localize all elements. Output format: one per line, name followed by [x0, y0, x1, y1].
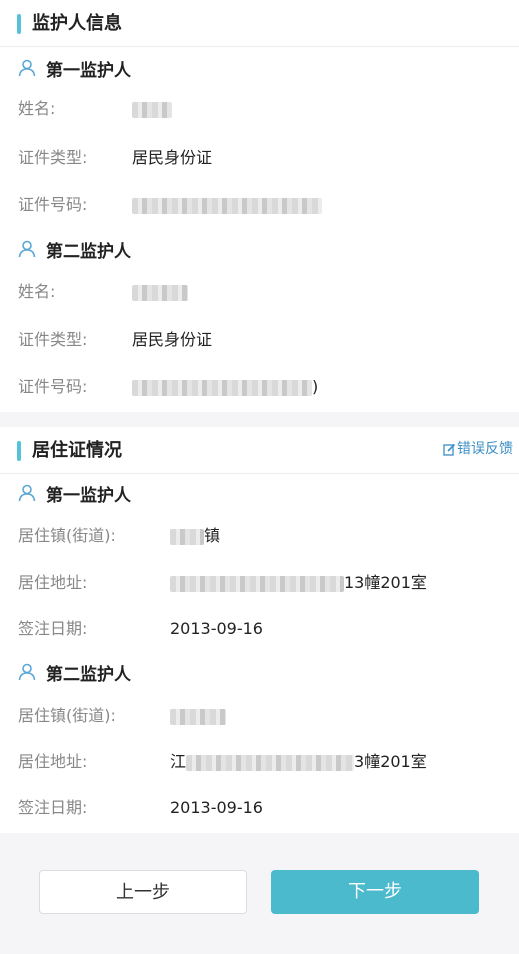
residence-town-value — [170, 705, 226, 727]
next-step-button[interactable]: 下一步 — [271, 870, 479, 914]
id-number-label: 证件号码: — [18, 377, 88, 396]
residence-address-label: 居住地址: — [18, 573, 88, 592]
edit-icon — [443, 443, 456, 456]
error-report-link[interactable]: 错误反馈 — [443, 440, 513, 458]
endorsement-date-value: 2013-09-16 — [170, 798, 263, 817]
second-guardian-heading: 第二监护人 — [17, 237, 131, 262]
section-accent-bar — [17, 14, 21, 34]
user-icon — [18, 663, 36, 681]
residence-first-guardian-text: 第一监护人 — [46, 485, 131, 506]
id-type-label: 证件类型: — [18, 330, 88, 349]
guardian-info-header: 监护人信息 — [0, 0, 519, 47]
previous-step-button[interactable]: 上一步 — [39, 870, 247, 914]
second-guardian-heading-text: 第二监护人 — [46, 241, 131, 262]
residence-title: 居住证情况 — [32, 440, 122, 461]
residence-town-label: 居住镇(街道): — [18, 706, 116, 725]
residence-town-value: 镇 — [170, 525, 220, 547]
residence-town-label: 居住镇(街道): — [18, 526, 116, 545]
section-accent-bar — [17, 441, 21, 461]
residence-permit-section: 居住证情况 错误反馈 第一监护人 居住镇(街道): 镇 居住地址: 13幢201… — [0, 427, 519, 833]
id-type-label: 证件类型: — [18, 148, 88, 167]
id-number-value-redacted: ) — [132, 376, 318, 398]
id-number-value-redacted — [132, 194, 322, 216]
user-icon — [18, 484, 36, 502]
guardian-info-section: 监护人信息 第一监护人 姓名: 证件类型: 居民身份证 证件号码: 第二监护人 … — [0, 0, 519, 412]
residence-second-guardian-text: 第二监护人 — [46, 664, 131, 685]
user-icon — [18, 240, 36, 258]
first-guardian-heading-text: 第一监护人 — [46, 60, 131, 81]
residence-address-value: 江 3幢201室 — [170, 752, 427, 771]
name-value-redacted — [132, 98, 172, 120]
id-number-label: 证件号码: — [18, 195, 88, 214]
first-guardian-heading: 第一监护人 — [17, 56, 131, 81]
name-value-redacted — [132, 281, 188, 303]
id-type-value: 居民身份证 — [132, 148, 213, 167]
error-report-label: 错误反馈 — [457, 441, 513, 457]
guardian-info-title: 监护人信息 — [32, 13, 122, 34]
residence-header: 居住证情况 错误反馈 — [0, 427, 519, 474]
id-type-value: 居民身份证 — [132, 330, 213, 349]
endorsement-date-label: 签注日期: — [18, 798, 88, 817]
name-label: 姓名: — [18, 282, 56, 301]
residence-second-guardian-heading: 第二监护人 — [17, 660, 131, 685]
residence-address-value: 13幢201室 — [170, 572, 427, 594]
endorsement-date-label: 签注日期: — [18, 619, 88, 638]
user-icon — [18, 59, 36, 77]
endorsement-date-value: 2013-09-16 — [170, 619, 263, 638]
residence-first-guardian-heading: 第一监护人 — [17, 481, 131, 506]
name-label: 姓名: — [18, 99, 56, 118]
residence-address-label: 居住地址: — [18, 752, 88, 771]
